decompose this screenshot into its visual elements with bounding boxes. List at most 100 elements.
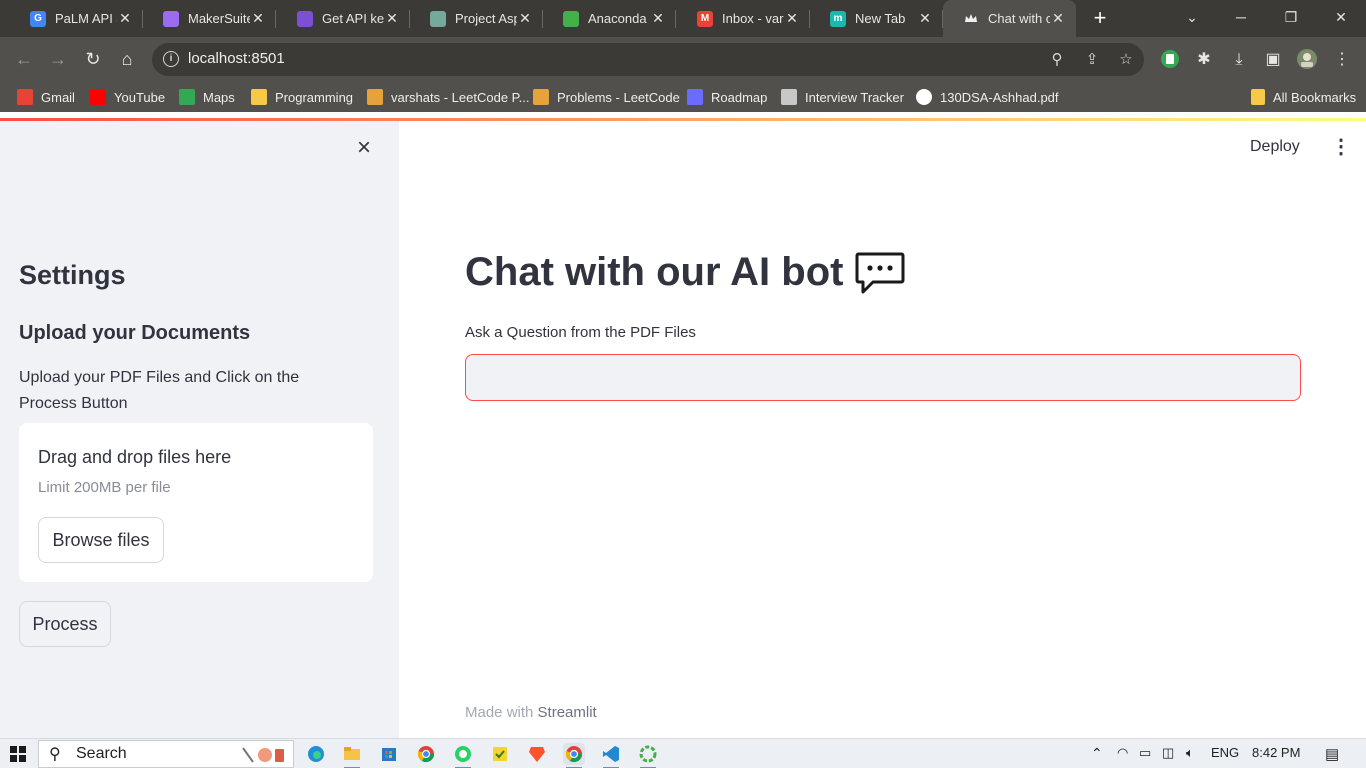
bookmark-favicon-icon bbox=[179, 89, 195, 105]
tab-close-icon[interactable]: ✕ bbox=[650, 10, 666, 26]
tab-close-icon[interactable]: ✕ bbox=[517, 10, 533, 26]
tab-title: PaLM API & bbox=[55, 11, 117, 26]
bookmark-label: Maps bbox=[203, 89, 235, 105]
tab-favicon-icon bbox=[963, 11, 979, 27]
extensions-puzzle-icon[interactable]: ✱ bbox=[1193, 49, 1215, 71]
bookmark-favicon-icon bbox=[251, 89, 267, 105]
windows-start-icon[interactable] bbox=[10, 746, 26, 762]
bookmark-item[interactable]: Programming bbox=[251, 88, 353, 106]
deploy-button[interactable]: Deploy bbox=[1250, 136, 1316, 158]
reload-icon[interactable]: ↻ bbox=[80, 46, 106, 72]
profile-avatar[interactable] bbox=[1296, 48, 1318, 70]
tab-close-icon[interactable]: ✕ bbox=[384, 10, 400, 26]
store-icon[interactable] bbox=[378, 743, 400, 765]
home-icon[interactable]: ⌂ bbox=[114, 46, 140, 72]
extension-green-icon[interactable] bbox=[1159, 48, 1181, 70]
tab-close-icon[interactable]: ✕ bbox=[784, 10, 800, 26]
meet-now-icon[interactable]: ◫ bbox=[1162, 745, 1174, 761]
tray-overflow-icon[interactable]: ⌃ bbox=[1091, 745, 1103, 762]
forward-icon[interactable]: → bbox=[45, 46, 71, 72]
bookmark-item[interactable]: Interview Tracker bbox=[781, 88, 904, 106]
vscode-icon[interactable] bbox=[600, 743, 622, 768]
address-bar[interactable]: i localhost:8501 ⚲ ⇪ ☆ bbox=[152, 43, 1144, 76]
dropzone-limit: Limit 200MB per file bbox=[38, 479, 171, 496]
browse-files-button[interactable]: Browse files bbox=[38, 517, 164, 563]
file-explorer-icon[interactable] bbox=[341, 743, 363, 768]
bookmark-star-icon[interactable]: ☆ bbox=[1117, 51, 1135, 69]
browser-tab[interactable]: Chat with o ✕ bbox=[943, 0, 1076, 37]
bookmark-favicon-icon bbox=[367, 89, 383, 105]
edge-icon[interactable] bbox=[305, 743, 327, 765]
side-panel-icon[interactable]: ▣ bbox=[1262, 49, 1284, 71]
anaconda-icon[interactable] bbox=[637, 743, 659, 768]
tab-separator bbox=[275, 10, 276, 28]
url-text[interactable]: localhost:8501 bbox=[188, 50, 285, 67]
tab-close-icon[interactable]: ✕ bbox=[917, 10, 933, 26]
bookmark-item[interactable]: Maps bbox=[179, 88, 235, 106]
browser-tab[interactable]: Project Asp ✕ bbox=[410, 0, 543, 37]
bookmark-item[interactable]: Gmail bbox=[17, 88, 75, 106]
battery-icon[interactable]: ▭ bbox=[1139, 745, 1151, 761]
file-dropzone[interactable]: Drag and drop files here Limit 200MB per… bbox=[19, 423, 373, 582]
zoom-icon[interactable]: ⚲ bbox=[1048, 51, 1066, 69]
bookmark-item[interactable]: varshats - LeetCode P... bbox=[367, 88, 530, 106]
back-icon[interactable]: ← bbox=[11, 46, 37, 72]
browser-tab[interactable]: M Inbox - vars ✕ bbox=[677, 0, 810, 37]
tab-close-icon[interactable]: ✕ bbox=[250, 10, 266, 26]
question-input[interactable] bbox=[465, 354, 1301, 401]
tab-search-icon[interactable]: ⌄ bbox=[1169, 0, 1215, 37]
restore-icon[interactable]: ❐ bbox=[1268, 0, 1314, 37]
tab-favicon-icon bbox=[563, 10, 579, 27]
sidebar: × Settings Upload your Documents Upload … bbox=[0, 121, 399, 738]
sidebar-description: Upload your PDF Files and Click on the P… bbox=[19, 369, 300, 412]
bookmark-favicon-icon bbox=[687, 89, 703, 105]
downloads-icon[interactable]: ⤓ bbox=[1228, 49, 1250, 71]
clock[interactable]: 8:42 PM bbox=[1252, 745, 1300, 760]
browser-tab[interactable]: G PaLM API &✕ bbox=[10, 0, 143, 37]
tab-close-icon[interactable]: ✕ bbox=[117, 10, 133, 26]
bookmark-item[interactable]: YouTube bbox=[90, 88, 165, 106]
brave-icon[interactable] bbox=[526, 743, 548, 765]
volume-icon[interactable]: 🔈︎ bbox=[1186, 745, 1194, 761]
whatsapp-icon[interactable] bbox=[452, 743, 474, 768]
bookmark-item[interactable]: Problems - LeetCode bbox=[533, 88, 680, 106]
bookmark-favicon-icon bbox=[916, 89, 932, 105]
dropzone-title: Drag and drop files here bbox=[38, 447, 232, 467]
site-info-icon[interactable]: i bbox=[163, 51, 179, 67]
minimize-icon[interactable]: ─ bbox=[1218, 0, 1264, 37]
bookmark-label: 130DSA-Ashhad.pdf bbox=[940, 89, 1059, 105]
browser-tab[interactable]: Get API key ✕ bbox=[277, 0, 410, 37]
tab-title: Get API key bbox=[322, 11, 384, 26]
close-window-icon[interactable]: ✕ bbox=[1318, 0, 1364, 37]
all-bookmarks[interactable]: All Bookmarks bbox=[1251, 88, 1356, 106]
process-button[interactable]: Process bbox=[19, 601, 111, 647]
bookmark-item[interactable]: Roadmap bbox=[687, 88, 767, 106]
taskbar-search[interactable]: ⚲ Search bbox=[38, 740, 294, 768]
new-tab-button[interactable]: + bbox=[1088, 6, 1112, 30]
wifi-icon[interactable]: ◠ bbox=[1117, 745, 1128, 761]
tab-title: Chat with o bbox=[988, 11, 1050, 26]
search-icon: ⚲ bbox=[49, 746, 61, 763]
page-title: Chat with our AI bot bbox=[465, 250, 844, 294]
streamlit-link[interactable]: Streamlit bbox=[538, 704, 597, 721]
close-sidebar-icon[interactable]: × bbox=[353, 136, 375, 160]
chrome-icon[interactable] bbox=[415, 743, 437, 765]
language-indicator[interactable]: ENG bbox=[1211, 745, 1239, 760]
tab-close-icon[interactable]: ✕ bbox=[1050, 10, 1066, 26]
browser-menu-icon[interactable]: ⋮ bbox=[1331, 49, 1353, 71]
browser-tab[interactable]: MakerSuite ✕ bbox=[143, 0, 276, 37]
browser-tab[interactable]: m New Tab ✕ bbox=[810, 0, 943, 37]
chrome-active-icon[interactable] bbox=[563, 743, 585, 768]
tab-title: Anaconda C bbox=[588, 11, 650, 26]
share-icon[interactable]: ⇪ bbox=[1083, 51, 1101, 69]
bookmark-label: varshats - LeetCode P... bbox=[391, 89, 530, 105]
sticky-notes-icon[interactable] bbox=[489, 743, 511, 765]
bookmark-label: Gmail bbox=[41, 89, 75, 105]
app-menu-icon[interactable]: ⋮ bbox=[1331, 136, 1351, 158]
sidebar-subheading: Upload your Documents bbox=[19, 322, 251, 344]
bookmark-favicon-icon bbox=[17, 89, 33, 105]
notifications-icon[interactable]: ▤ bbox=[1325, 745, 1339, 763]
browser-tab[interactable]: Anaconda C✕ bbox=[543, 0, 676, 37]
browser-toolbar: ← → ↻ ⌂ i localhost:8501 ⚲ ⇪ ☆ ✱ ⤓ ▣ ⋮ bbox=[0, 37, 1366, 82]
bookmark-item[interactable]: 130DSA-Ashhad.pdf bbox=[916, 88, 1059, 106]
